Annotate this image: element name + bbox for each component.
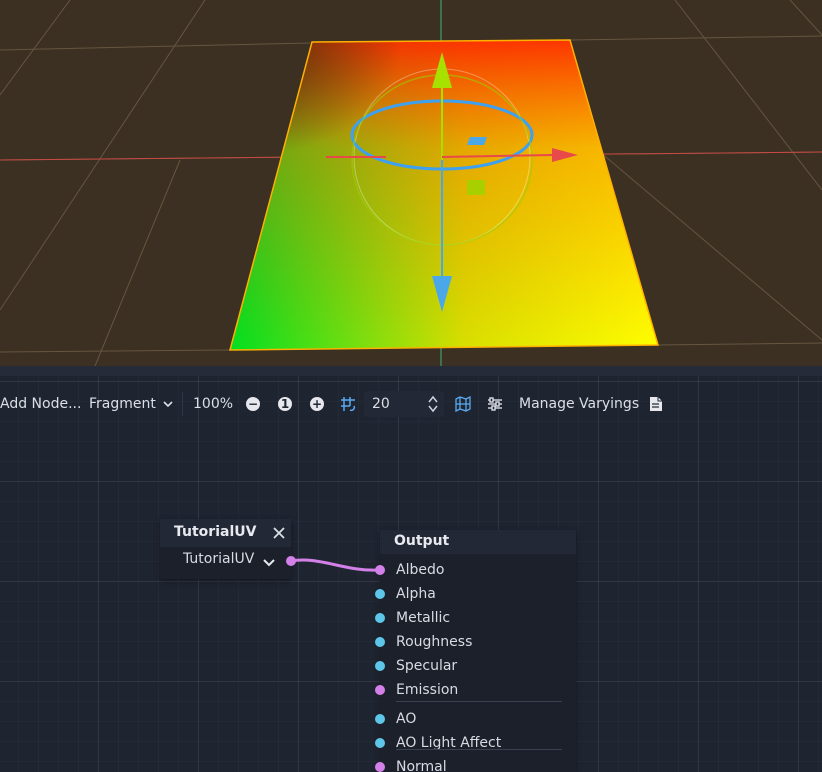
tutorialuv-output-port[interactable] bbox=[286, 556, 296, 566]
zoom-out-button[interactable]: − bbox=[246, 390, 260, 418]
output-node[interactable]: Output Albedo Alpha Metallic Roughness Specu… bbox=[375, 530, 576, 772]
snap-toggle-button[interactable] bbox=[340, 390, 356, 418]
output-port-row[interactable]: Metallic bbox=[375, 606, 576, 630]
input-port-dot[interactable] bbox=[375, 661, 385, 671]
manage-varyings-label: Manage Varyings bbox=[519, 396, 640, 412]
input-port-dot[interactable] bbox=[375, 685, 385, 695]
chevron-down-icon bbox=[163, 401, 173, 408]
toolbar-divider bbox=[182, 392, 183, 416]
output-node-header[interactable]: Output bbox=[380, 530, 576, 554]
minus-circle-icon: − bbox=[246, 397, 260, 411]
output-port-row[interactable]: AO bbox=[375, 707, 576, 731]
input-port-dot[interactable] bbox=[375, 738, 385, 748]
input-port-dot[interactable] bbox=[375, 589, 385, 599]
output-port-row[interactable]: Specular bbox=[375, 654, 576, 678]
input-port-dot[interactable] bbox=[375, 565, 385, 575]
zoom-in-button[interactable]: + bbox=[310, 390, 324, 418]
tutorialuv-output-label: TutorialUV bbox=[183, 551, 255, 567]
shader-code-button[interactable] bbox=[649, 390, 663, 418]
output-port-label: Alpha bbox=[396, 586, 436, 602]
manage-varyings-button[interactable]: Manage Varyings bbox=[519, 390, 639, 418]
visual-shader-graph[interactable]: Add Node... Fragment 100% − 1 + 20 Manag… bbox=[0, 376, 822, 772]
mode-select-value: Fragment bbox=[89, 396, 156, 412]
3d-viewport[interactable] bbox=[0, 0, 822, 366]
spinbox-arrows-icon[interactable] bbox=[428, 394, 438, 417]
zoom-level-button[interactable]: 100% bbox=[193, 390, 233, 418]
output-port-row[interactable]: Emission bbox=[375, 678, 576, 702]
output-port-label: AO bbox=[396, 711, 417, 727]
mode-select[interactable]: Fragment bbox=[89, 390, 174, 418]
zoom-reset-button[interactable]: 1 bbox=[278, 390, 292, 418]
document-icon bbox=[650, 397, 662, 411]
arrange-nodes-button[interactable] bbox=[487, 390, 503, 418]
panel-splitter[interactable] bbox=[0, 366, 822, 376]
input-port-dot[interactable] bbox=[375, 762, 385, 772]
output-port-label: Roughness bbox=[396, 634, 473, 650]
chevron-down-icon[interactable] bbox=[263, 559, 275, 567]
output-node-title: Output bbox=[394, 533, 450, 549]
output-port-row[interactable]: Normal bbox=[375, 755, 576, 772]
input-port-dot[interactable] bbox=[375, 613, 385, 623]
output-port-row[interactable]: Alpha bbox=[375, 582, 576, 606]
input-port-dot[interactable] bbox=[375, 714, 385, 724]
tutorialuv-node-title: TutorialUV bbox=[174, 524, 257, 540]
add-node-label: Add Node... bbox=[0, 396, 82, 412]
output-port-row[interactable]: Roughness bbox=[375, 630, 576, 654]
snap-value: 20 bbox=[372, 396, 390, 412]
snap-spinbox[interactable]: 20 bbox=[364, 390, 444, 418]
zoom-level-label: 100% bbox=[193, 396, 234, 412]
output-port-label: Emission bbox=[396, 682, 459, 698]
minimap-toggle-button[interactable] bbox=[455, 390, 471, 418]
grid-snap-icon bbox=[341, 397, 356, 412]
input-port-dot[interactable] bbox=[375, 637, 385, 647]
close-icon[interactable] bbox=[273, 527, 285, 539]
graph-toolbar: Add Node... Fragment 100% − 1 + 20 Manag… bbox=[0, 390, 822, 418]
arrange-nodes-icon bbox=[488, 397, 502, 411]
output-port-label: Specular bbox=[396, 658, 458, 674]
output-port-row[interactable]: Albedo bbox=[375, 558, 576, 582]
output-port-label: Albedo bbox=[396, 562, 445, 578]
add-node-button[interactable]: Add Node... bbox=[0, 390, 81, 418]
zoom-reset-icon: 1 bbox=[278, 397, 292, 411]
port-separator bbox=[396, 701, 562, 702]
tutorialuv-node-header[interactable]: TutorialUV bbox=[160, 519, 291, 547]
viewport-scene bbox=[0, 0, 822, 366]
output-port-row[interactable]: AO Light Affect bbox=[375, 731, 576, 755]
tutorialuv-node[interactable]: TutorialUV TutorialUV bbox=[160, 519, 296, 579]
plus-circle-icon: + bbox=[310, 397, 324, 411]
minimap-icon bbox=[455, 396, 471, 412]
output-port-label: Metallic bbox=[396, 610, 451, 626]
port-separator bbox=[396, 749, 562, 750]
output-port-label: Normal bbox=[396, 759, 447, 772]
